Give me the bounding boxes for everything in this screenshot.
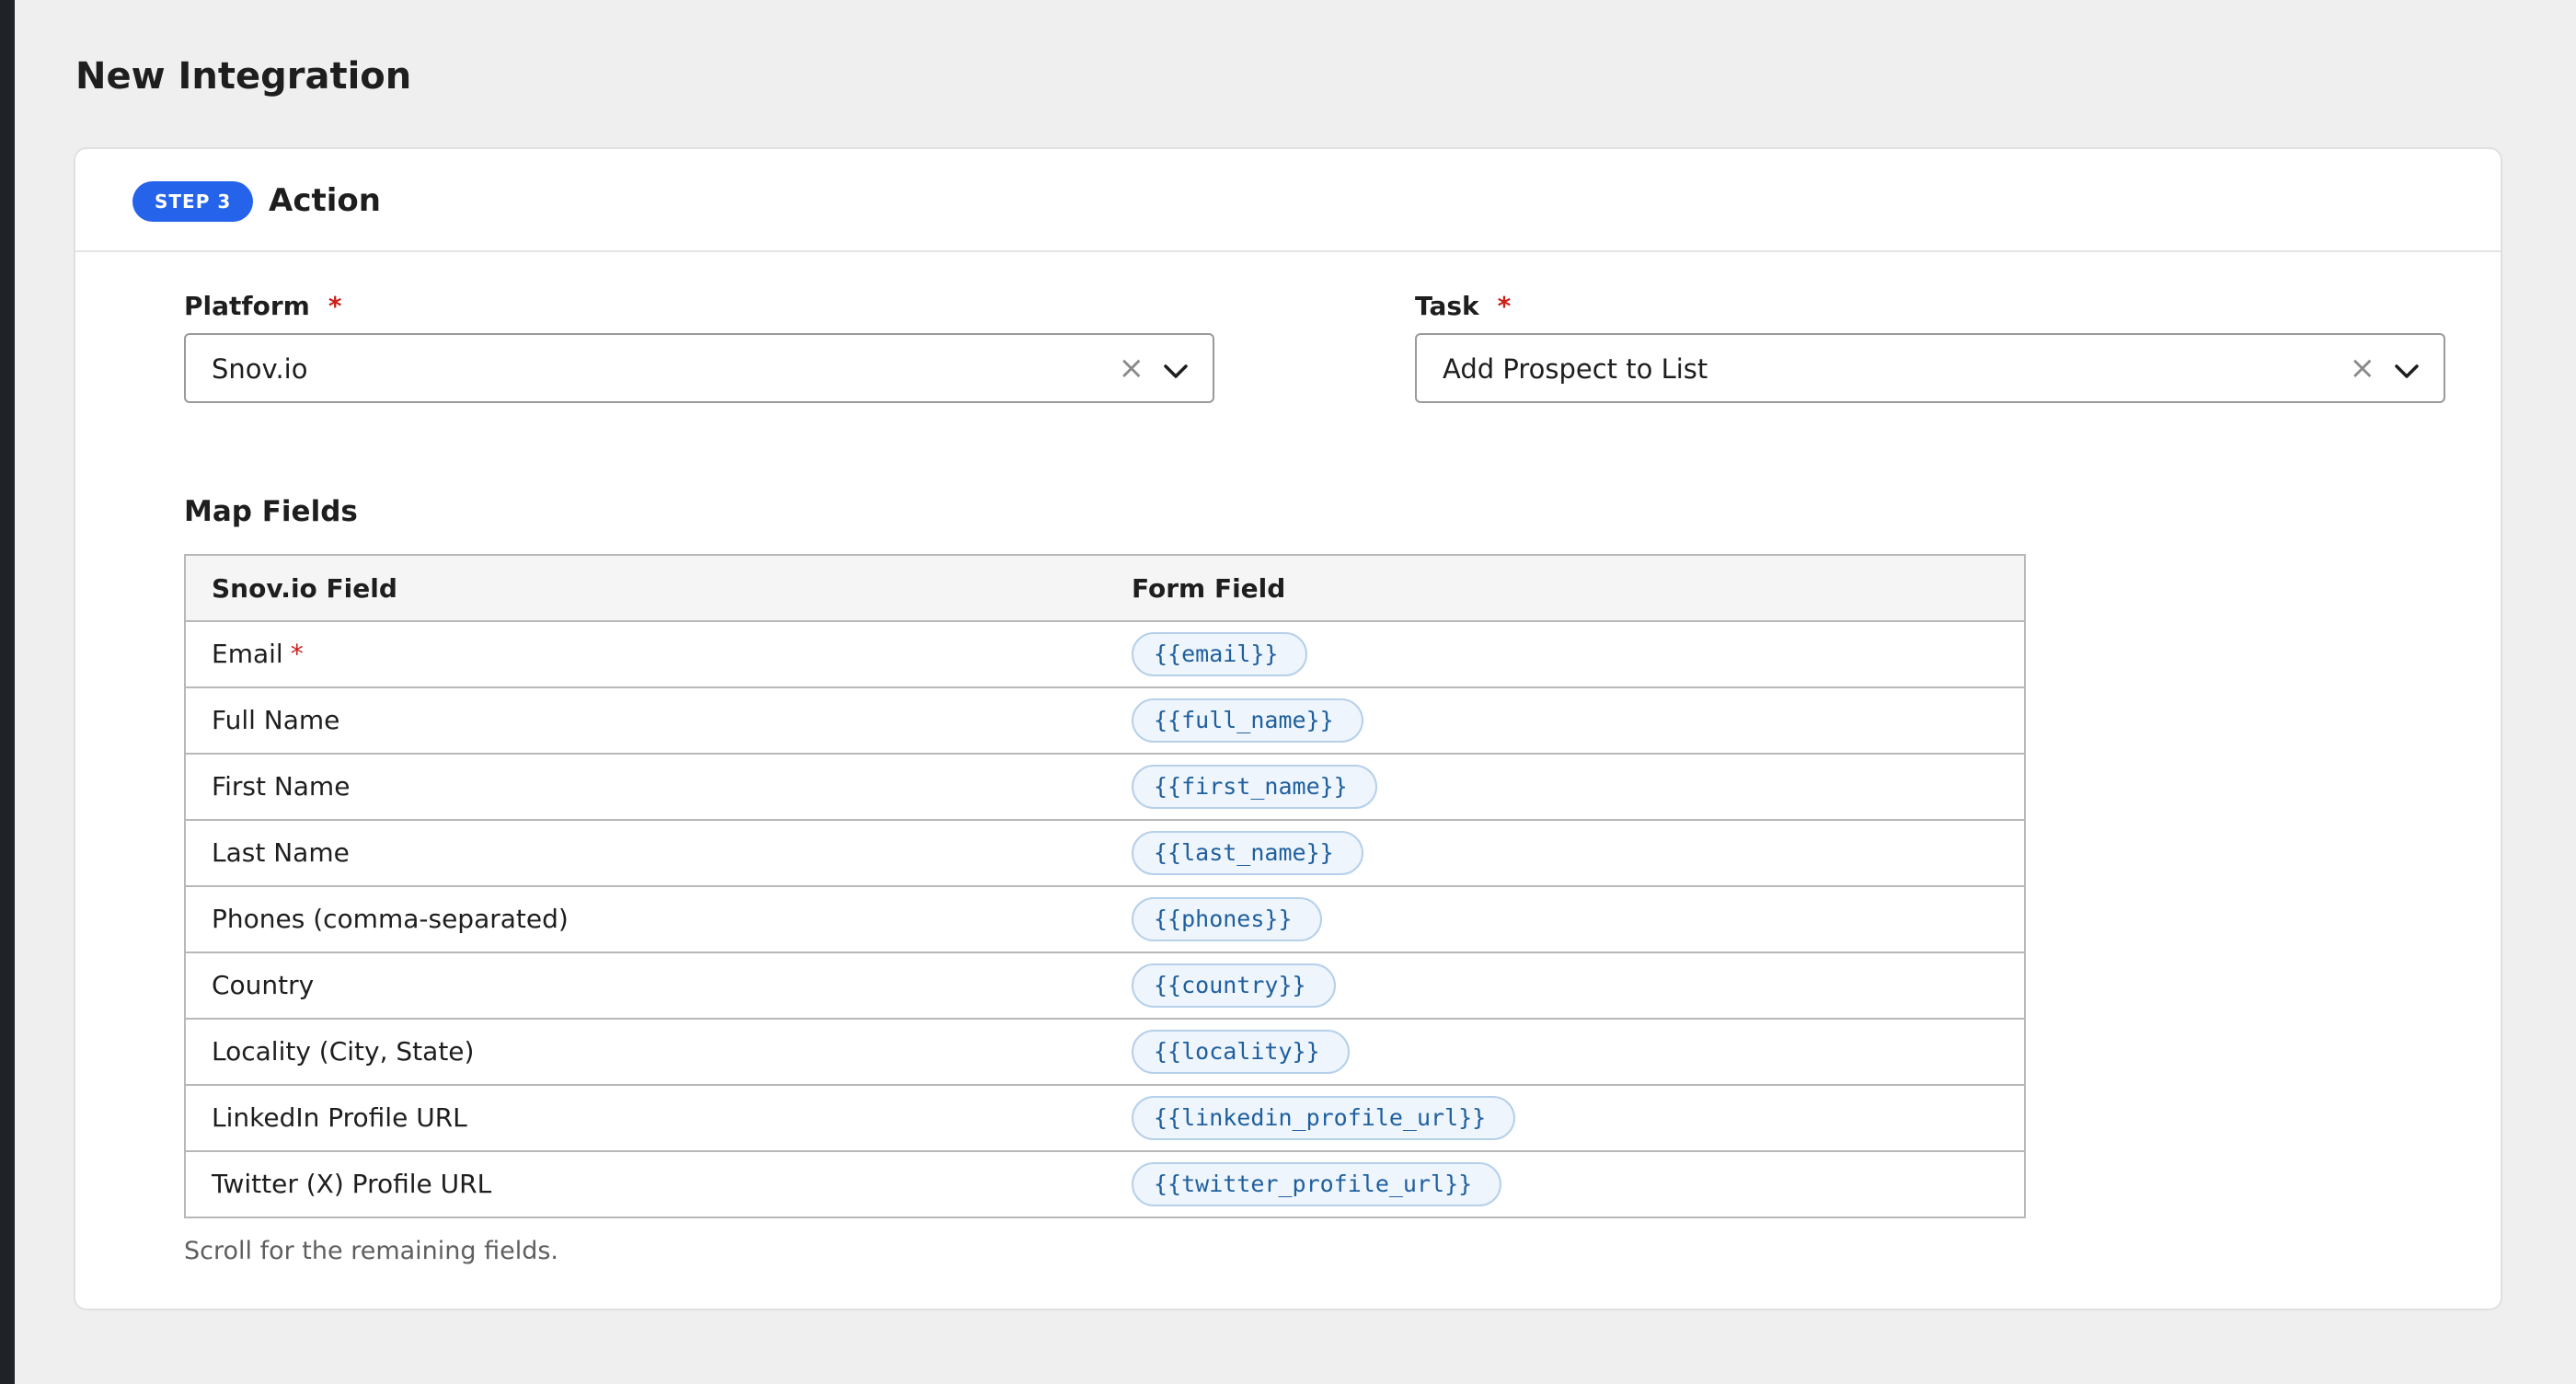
platform-select[interactable]: Snov.io × [184,333,1214,403]
platform-label: Platform * [184,291,341,321]
task-label: Task * [1415,291,1511,321]
table-row: Locality (City, State) {{locality}} [186,1020,2024,1086]
table-row: First Name {{first_name}} [186,755,2024,821]
map-fields-title: Map Fields [184,495,358,528]
table-header: Snov.io Field Form Field [186,556,2024,622]
platform-label-text: Platform [184,291,310,321]
table-row: Email * {{email}} [186,622,2024,688]
chevron-down-icon[interactable] [2394,363,2420,381]
form-field-token[interactable]: {{phones}} [1132,897,1322,941]
column-header-service-field: Snov.io Field [212,573,397,604]
form-field-token[interactable]: {{country}} [1132,963,1336,1008]
step-title: Action [269,182,381,219]
platform-select-value: Snov.io [212,353,308,385]
required-marker: * [1497,291,1512,321]
table-row: Country {{country}} [186,953,2024,1020]
service-field-label: First Name [212,771,351,802]
table-row: Last Name {{last_name}} [186,821,2024,887]
form-field-token[interactable]: {{last_name}} [1132,831,1363,875]
task-label-text: Task [1415,291,1479,321]
step-badge: STEP 3 [132,181,254,222]
service-field-label: Phones (comma-separated) [212,904,569,934]
required-marker: * [328,291,342,321]
service-field-label: Last Name [212,837,350,868]
chevron-down-icon[interactable] [1163,363,1189,381]
table-row: LinkedIn Profile URL {{linkedin_profile_… [186,1086,2024,1152]
page-title: New Integration [75,55,412,98]
table-row: Phones (comma-separated) {{phones}} [186,887,2024,953]
close-icon[interactable]: × [1119,352,1145,385]
form-field-token[interactable]: {{email}} [1132,632,1308,676]
required-marker: * [290,639,304,669]
service-field-label: Full Name [212,705,340,735]
action-step-card: STEP 3 Action Platform * Snov.io × Task * … [74,147,2502,1310]
task-select[interactable]: Add Prospect to List × [1415,333,2445,403]
service-field-label: Twitter (X) Profile URL [212,1169,492,1199]
service-field-label: Email * [212,639,304,669]
column-header-form-field: Form Field [1132,573,1286,604]
scroll-hint: Scroll for the remaining fields. [184,1237,559,1265]
close-icon[interactable]: × [2350,352,2376,385]
form-field-token[interactable]: {{first_name}} [1132,765,1377,809]
service-field-label: Country [212,970,315,1000]
form-field-token[interactable]: {{locality}} [1132,1030,1350,1074]
table-row: Full Name {{full_name}} [186,688,2024,755]
service-field-label: Locality (City, State) [212,1036,475,1067]
table-row: Twitter (X) Profile URL {{twitter_profil… [186,1152,2024,1217]
card-header: STEP 3 Action [75,149,2501,252]
form-field-token[interactable]: {{twitter_profile_url}} [1132,1162,1502,1206]
form-field-token[interactable]: {{linkedin_profile_url}} [1132,1096,1516,1140]
app-sidebar-edge [0,0,15,1384]
service-field-name: Email [212,639,283,669]
task-select-value: Add Prospect to List [1443,353,1708,385]
form-field-token[interactable]: {{full_name}} [1132,698,1363,743]
field-mapping-table: Snov.io Field Form Field Email * {{email}… [184,554,2026,1218]
service-field-label: LinkedIn Profile URL [212,1102,467,1133]
